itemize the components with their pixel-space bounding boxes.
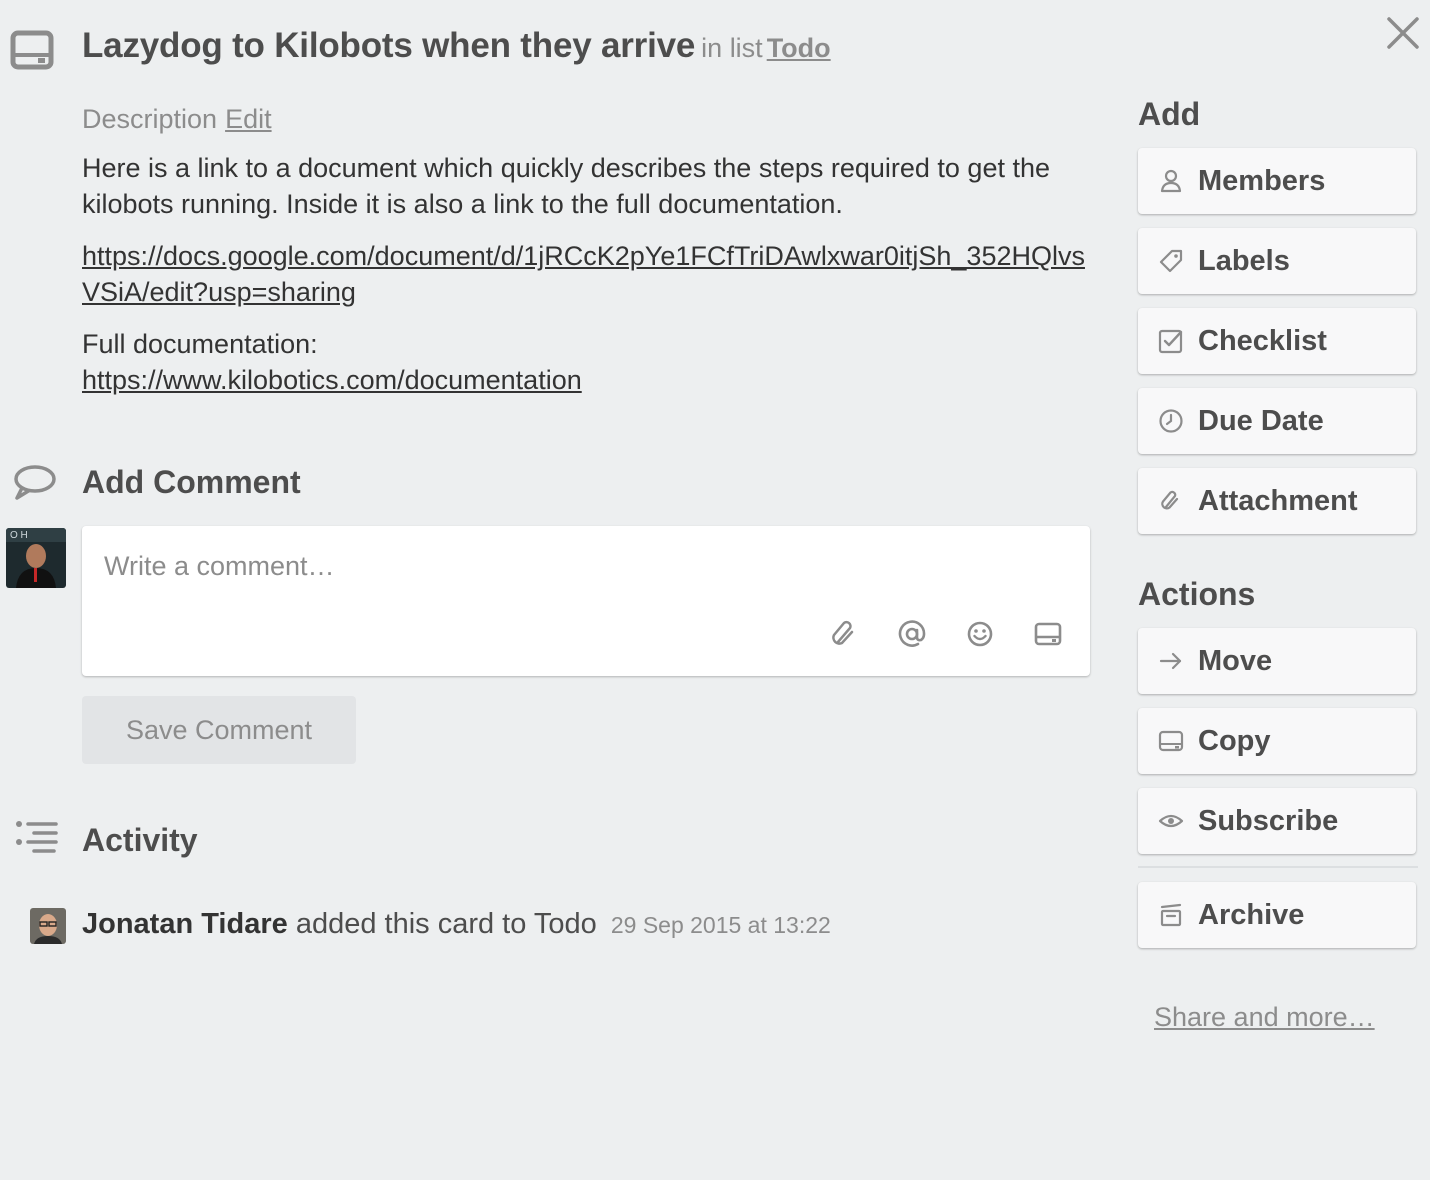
labels-button[interactable]: Labels	[1138, 228, 1416, 294]
in-list-label: in list	[701, 33, 763, 63]
share-and-more-link[interactable]: Share and more…	[1154, 1002, 1375, 1033]
label-icon	[1158, 248, 1184, 274]
due-date-button-label: Due Date	[1198, 405, 1324, 437]
svg-text:O H: O H	[10, 530, 28, 541]
copy-button[interactable]: Copy	[1138, 708, 1416, 774]
doc-link[interactable]: https://docs.google.com/document/d/1jRCc…	[82, 241, 1085, 307]
activity-action: added this card to Todo	[295, 908, 597, 940]
add-comment-heading: Add Comment	[82, 464, 301, 500]
attachment-icon	[1158, 488, 1184, 514]
move-button-label: Move	[1198, 645, 1273, 677]
activity-date[interactable]: 29 Sep 2015 at 13:22	[611, 912, 831, 938]
subscribe-button-label: Subscribe	[1198, 805, 1339, 837]
emoji-icon[interactable]	[962, 616, 998, 652]
actions-heading: Actions	[1138, 576, 1256, 612]
attachment-button[interactable]: Attachment	[1138, 468, 1416, 534]
description-label: Description	[82, 104, 218, 134]
checklist-button-label: Checklist	[1198, 325, 1327, 357]
save-comment-button[interactable]: Save Comment	[82, 696, 356, 764]
activity-heading: Activity	[82, 822, 198, 858]
labels-button-label: Labels	[1198, 245, 1290, 277]
members-button-label: Members	[1198, 165, 1326, 197]
checklist-icon	[1158, 328, 1184, 354]
members-button[interactable]: Members	[1138, 148, 1416, 214]
add-heading: Add	[1138, 96, 1201, 132]
archive-button[interactable]: Archive	[1138, 882, 1416, 948]
card-title[interactable]: Lazydog to Kilobots when they arrive	[82, 26, 695, 65]
full-doc-link[interactable]: https://www.kilobotics.com/documentation	[82, 365, 582, 395]
arrow-right-icon	[1158, 648, 1184, 674]
card-icon	[10, 30, 54, 70]
due-date-button[interactable]: Due Date	[1138, 388, 1416, 454]
avatar[interactable]	[30, 908, 66, 944]
full-doc-label: Full documentation:	[82, 329, 318, 359]
checklist-button[interactable]: Checklist	[1138, 308, 1416, 374]
comment-composer[interactable]	[82, 526, 1090, 676]
description-edit-link[interactable]: Edit	[225, 104, 272, 134]
description-header: Description Edit	[82, 104, 272, 135]
close-icon[interactable]	[1382, 12, 1424, 54]
move-button[interactable]: Move	[1138, 628, 1416, 694]
archive-icon	[1158, 902, 1184, 928]
subscribe-button[interactable]: Subscribe	[1138, 788, 1416, 854]
attachment-button-label: Attachment	[1198, 485, 1358, 517]
avatar[interactable]: O H	[6, 528, 66, 588]
description-body: Here is a link to a document which quick…	[82, 150, 1092, 414]
card-title-line: Lazydog to Kilobots when they arrive in l…	[82, 26, 831, 66]
sidebar-divider	[1138, 866, 1418, 868]
speech-bubble-icon	[12, 462, 58, 502]
list-item: Jonatan Tidare added this card to Todo 2…	[82, 908, 831, 941]
eye-icon	[1158, 808, 1184, 834]
mention-icon[interactable]	[894, 616, 930, 652]
activity-list-icon	[14, 818, 60, 860]
person-icon	[1158, 168, 1184, 194]
copy-button-label: Copy	[1198, 725, 1271, 757]
card-icon	[1158, 728, 1184, 754]
archive-button-label: Archive	[1198, 899, 1305, 931]
comment-input[interactable]	[104, 546, 1064, 586]
card-icon[interactable]	[1030, 616, 1066, 652]
list-link[interactable]: Todo	[767, 33, 831, 63]
clock-icon	[1158, 408, 1184, 434]
attachment-icon[interactable]	[826, 616, 862, 652]
description-paragraph: Here is a link to a document which quick…	[82, 153, 1051, 219]
activity-user[interactable]: Jonatan Tidare	[82, 908, 288, 940]
